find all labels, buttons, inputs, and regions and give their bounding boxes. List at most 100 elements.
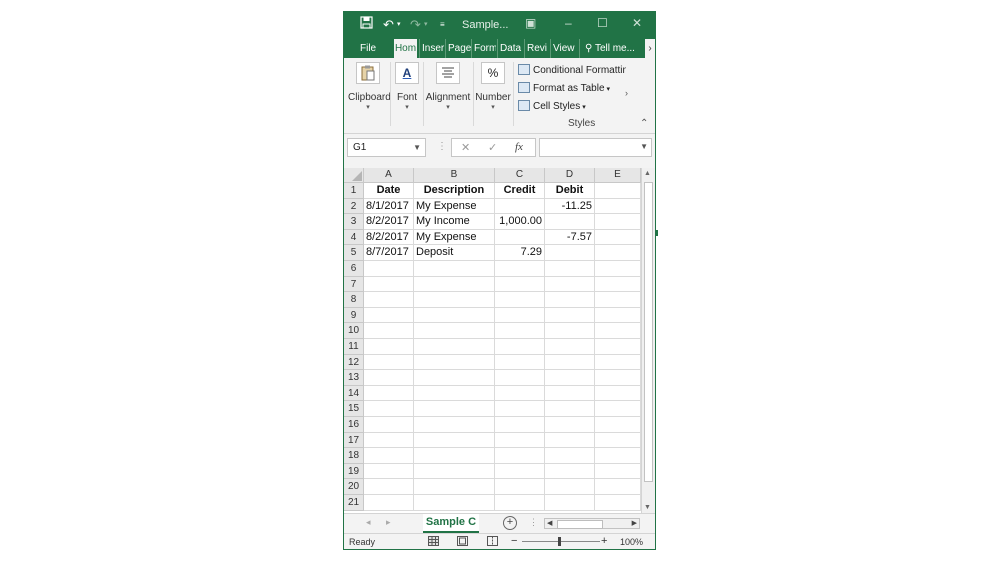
scroll-down-icon[interactable]: ▼ [644,504,651,511]
normal-view-icon[interactable] [428,536,439,548]
cell-b21[interactable] [414,495,495,511]
cell-c12[interactable] [495,354,545,371]
cell-b18[interactable] [414,448,495,464]
cell-c17[interactable] [495,432,545,449]
cell-c7[interactable] [495,276,545,293]
row-header-4[interactable]: 4 [344,229,364,246]
cell-c14[interactable] [495,385,545,402]
cell-e18[interactable] [595,448,641,464]
minimize-icon[interactable]: – [565,16,572,30]
cell-c4[interactable] [495,229,545,246]
cell-c10[interactable] [495,323,545,339]
cell-b12[interactable] [414,354,495,371]
zoom-slider-thumb[interactable] [558,537,561,546]
cell-b14[interactable] [414,385,495,402]
cell-a7[interactable] [364,276,414,293]
cell-e9[interactable] [595,307,641,324]
cell-a5[interactable]: 8/7/2017 [364,245,414,261]
cell-a19[interactable] [364,463,414,480]
cell-c15[interactable] [495,401,545,417]
cell-a18[interactable] [364,448,414,464]
prev-sheet-icon[interactable]: ◂ [366,517,371,528]
undo-dropdown-icon[interactable]: ▾ [397,15,401,35]
cell-d1[interactable]: Debit [545,183,595,199]
row-header-5[interactable]: 5 [344,245,364,261]
column-header-e[interactable]: E [595,168,641,183]
cell-a10[interactable] [364,323,414,339]
cell-c13[interactable] [495,370,545,386]
cell-a11[interactable] [364,339,414,355]
cell-a2[interactable]: 8/1/2017 [364,198,414,215]
cancel-icon[interactable]: ✕ [461,141,470,154]
redo-dropdown-icon[interactable]: ▾ [424,15,428,35]
cell-d19[interactable] [545,463,595,480]
cell-b1[interactable]: Description [414,183,495,199]
cell-d14[interactable] [545,385,595,402]
cell-d20[interactable] [545,479,595,495]
enter-icon[interactable]: ✓ [488,141,497,154]
cell-e2[interactable] [595,198,641,215]
sheet-tab-sample[interactable]: Sample C [423,514,479,533]
cell-e7[interactable] [595,276,641,293]
zoom-out-icon[interactable]: − [511,535,517,547]
chevron-down-icon[interactable]: ▼ [413,139,421,156]
cell-d5[interactable] [545,245,595,261]
cell-d11[interactable] [545,339,595,355]
ribbon-scroll-right-icon[interactable]: › [625,88,628,98]
cell-d9[interactable] [545,307,595,324]
cell-a21[interactable] [364,495,414,511]
row-header-2[interactable]: 2 [344,198,364,215]
cell-e10[interactable] [595,323,641,339]
column-header-d[interactable]: D [545,168,595,183]
row-header-10[interactable]: 10 [344,323,364,339]
row-header-19[interactable]: 19 [344,463,364,480]
row-header-18[interactable]: 18 [344,448,364,464]
cell-a20[interactable] [364,479,414,495]
cell-b13[interactable] [414,370,495,386]
cell-a3[interactable]: 8/2/2017 [364,214,414,230]
cell-e15[interactable] [595,401,641,417]
cell-d16[interactable] [545,417,595,433]
page-layout-view-icon[interactable] [457,536,468,548]
row-header-16[interactable]: 16 [344,417,364,433]
customize-qat-icon[interactable]: ≡ [440,15,445,35]
row-header-9[interactable]: 9 [344,307,364,324]
row-header-12[interactable]: 12 [344,354,364,371]
cell-e19[interactable] [595,463,641,480]
cell-e6[interactable] [595,261,641,277]
cell-a17[interactable] [364,432,414,449]
maximize-icon[interactable]: ☐ [597,16,608,30]
cell-a13[interactable] [364,370,414,386]
cell-e4[interactable] [595,229,641,246]
cell-e5[interactable] [595,245,641,261]
cell-b7[interactable] [414,276,495,293]
zoom-in-icon[interactable]: + [601,535,607,547]
cell-b19[interactable] [414,463,495,480]
insert-function-icon[interactable]: fx [515,141,523,153]
row-header-20[interactable]: 20 [344,479,364,495]
scroll-thumb[interactable] [557,520,603,529]
more-options-icon[interactable]: ⋮ [529,517,538,528]
cell-e1[interactable] [595,183,641,199]
cell-e3[interactable] [595,214,641,230]
redo-icon[interactable]: ↷ [410,15,421,35]
cell-c20[interactable] [495,479,545,495]
cell-e8[interactable] [595,292,641,308]
cell-a15[interactable] [364,401,414,417]
cell-c8[interactable] [495,292,545,308]
cell-d10[interactable] [545,323,595,339]
select-all-corner[interactable] [344,168,364,183]
cell-d7[interactable] [545,276,595,293]
row-header-3[interactable]: 3 [344,214,364,230]
tab-tell-me[interactable]: ⚲ Tell me... [579,39,647,58]
cell-a16[interactable] [364,417,414,433]
tab-insert[interactable]: Inser [419,39,446,58]
cell-a12[interactable] [364,354,414,371]
cell-b8[interactable] [414,292,495,308]
font-group[interactable]: A Font ▾ [393,62,421,111]
next-sheet-icon[interactable]: ▸ [386,517,391,528]
row-header-17[interactable]: 17 [344,432,364,449]
cell-a8[interactable] [364,292,414,308]
undo-icon[interactable]: ↶ [383,15,394,35]
row-header-7[interactable]: 7 [344,276,364,293]
